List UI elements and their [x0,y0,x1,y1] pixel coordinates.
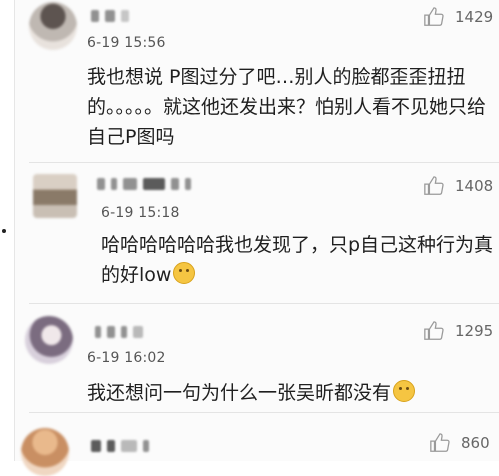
smile-emoji-icon [173,262,196,284]
comment-time: 6-19 16:02 [87,350,166,366]
comment-time: 6-19 15:56 [87,35,166,51]
like-count: 1295 [455,322,494,340]
comment-text-body: 我还想问一句为什么一张吴昕都没有 [87,382,392,404]
username-blurred[interactable] [91,438,149,454]
thumbs-up-icon [424,7,444,26]
comment-text-body: 哈哈哈哈哈哈我也发现了，只p自己这种行为真的好low [101,234,494,286]
comment-text: 我也想说 P图过分了吧…别人的脸都歪歪扭扭的。。。。。就这他还发出来？怕别人看不… [87,66,487,148]
avatar[interactable] [21,428,69,476]
stray-dot [2,229,6,233]
avatar[interactable] [33,174,77,218]
username-blurred[interactable] [97,176,191,192]
comment-text: 哈哈哈哈哈哈我也发现了，只p自己这种行为真的好low [101,230,496,290]
like-count: 1408 [455,177,494,195]
comment-list: 6-19 15:56 1429 我也想说 P图过分了吧…别人的脸都歪歪扭扭的。。… [14,0,499,476]
like-button[interactable]: 1295 [423,320,493,342]
like-button[interactable]: 860 [429,432,490,454]
question-emoji-icon [393,380,416,402]
like-button[interactable]: 1429 [423,6,493,28]
like-count: 860 [461,434,490,452]
thumbs-up-icon [424,176,444,195]
divider [29,162,499,163]
avatar[interactable] [25,316,73,364]
thumbs-up-icon [430,433,450,452]
comment-time: 6-19 15:18 [101,205,180,221]
divider [29,412,499,413]
like-count: 1429 [455,8,494,26]
divider [29,303,499,304]
like-button[interactable]: 1408 [423,175,493,197]
thumbs-up-icon [424,321,444,340]
username-blurred[interactable] [95,324,143,340]
comment-text: 我还想问一句为什么一张吴昕都没有 [87,378,492,408]
username-blurred[interactable] [91,8,129,24]
avatar[interactable] [29,2,77,50]
